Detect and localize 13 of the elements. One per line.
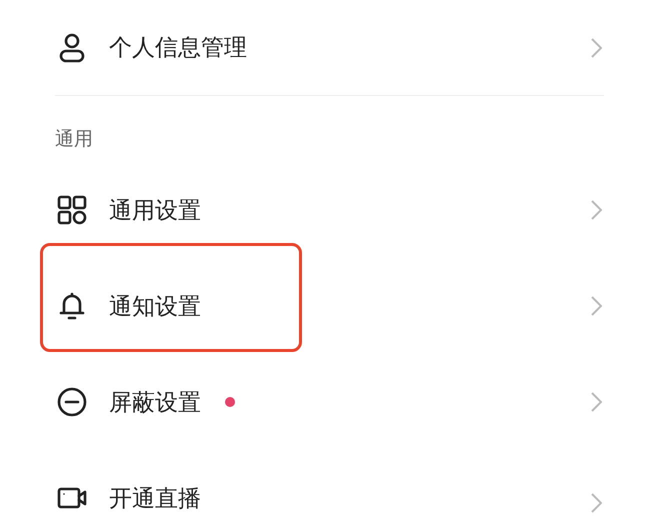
row-label: 个人信息管理 bbox=[109, 34, 247, 63]
section-title: 通用 bbox=[55, 128, 93, 150]
block-icon bbox=[55, 385, 89, 419]
row-label: 通用设置 bbox=[109, 196, 201, 226]
chevron-icon bbox=[591, 200, 602, 220]
row-label: 通知设置 bbox=[109, 292, 201, 322]
chevron-icon bbox=[591, 492, 602, 512]
row-label: 屏蔽设置 bbox=[109, 388, 201, 418]
row-label: 开通直播 bbox=[109, 484, 201, 514]
grid-icon bbox=[55, 193, 89, 227]
chevron-icon bbox=[591, 296, 602, 316]
chevron-icon bbox=[591, 38, 602, 58]
chevron-icon bbox=[591, 392, 602, 412]
